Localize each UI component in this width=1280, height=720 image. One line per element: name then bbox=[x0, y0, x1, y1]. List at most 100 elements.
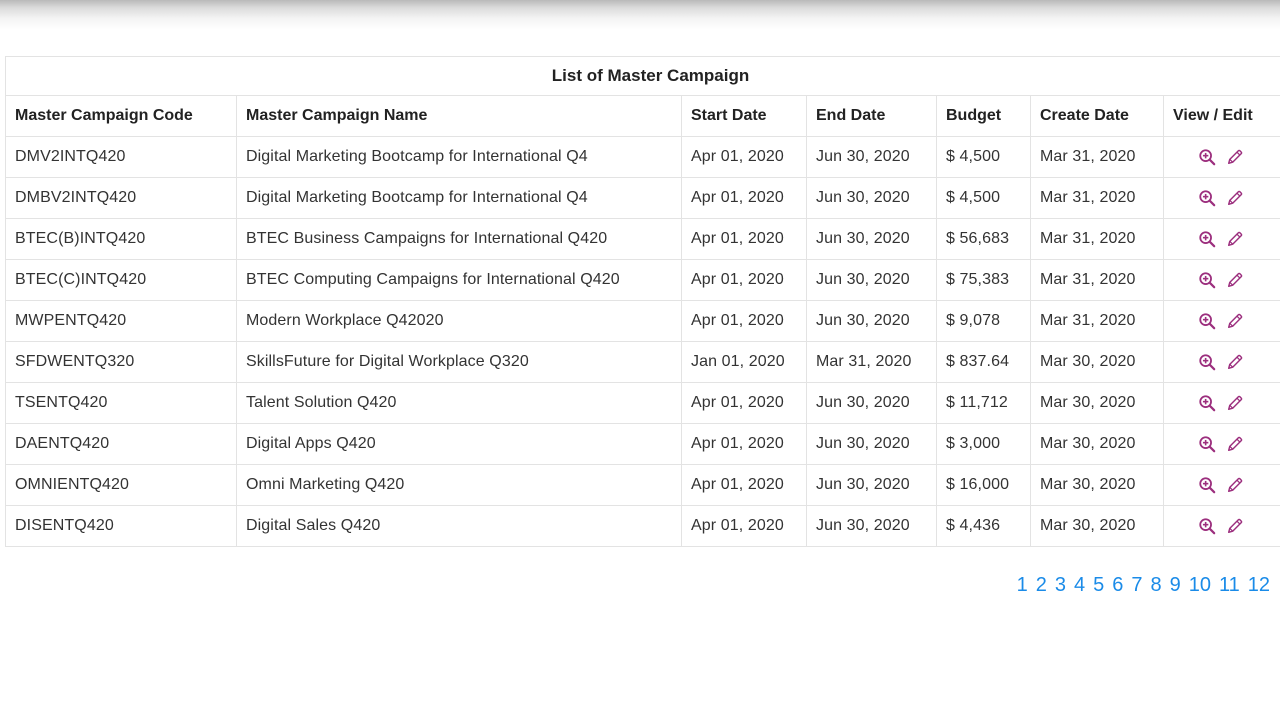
page-link-4[interactable]: 4 bbox=[1074, 574, 1085, 596]
cell-create-date: Mar 30, 2020 bbox=[1030, 505, 1164, 547]
cell-end-date: Jun 30, 2020 bbox=[806, 423, 937, 465]
pagination: 1 2 3 4 5 6 7 8 9 10 11 12 bbox=[1009, 574, 1270, 597]
pencil-icon[interactable] bbox=[1226, 271, 1244, 289]
zoom-in-icon[interactable] bbox=[1198, 476, 1216, 494]
pencil-icon[interactable] bbox=[1226, 435, 1244, 453]
cell-name: Digital Marketing Bootcamp for Internati… bbox=[236, 136, 682, 178]
zoom-in-icon[interactable] bbox=[1198, 230, 1216, 248]
cell-code: TSENTQ420 bbox=[5, 382, 237, 424]
header-code: Master Campaign Code bbox=[5, 95, 237, 137]
page-link-11[interactable]: 11 bbox=[1219, 574, 1240, 596]
cell-create-date: Mar 31, 2020 bbox=[1030, 136, 1164, 178]
cell-code: DMBV2INTQ420 bbox=[5, 177, 237, 219]
page-link-8[interactable]: 8 bbox=[1150, 574, 1161, 596]
page-link-6[interactable]: 6 bbox=[1112, 574, 1123, 596]
cell-budget: $ 75,383 bbox=[936, 259, 1031, 301]
pencil-icon[interactable] bbox=[1226, 230, 1244, 248]
pencil-icon[interactable] bbox=[1226, 189, 1244, 207]
page-link-2[interactable]: 2 bbox=[1036, 574, 1047, 596]
table-row: SFDWENTQ320 SkillsFuture for Digital Work… bbox=[5, 341, 1280, 383]
table-caption: List of Master Campaign bbox=[4, 56, 1280, 96]
cell-create-date: Mar 31, 2020 bbox=[1030, 177, 1164, 219]
header-name: Master Campaign Name bbox=[236, 95, 682, 137]
cell-name: BTEC Business Campaigns for Internationa… bbox=[236, 218, 682, 260]
cell-code: BTEC(B)INTQ420 bbox=[5, 218, 237, 260]
page-link-3[interactable]: 3 bbox=[1055, 574, 1066, 596]
cell-end-date: Jun 30, 2020 bbox=[806, 300, 937, 342]
cell-start-date: Apr 01, 2020 bbox=[681, 300, 807, 342]
table-row: TSENTQ420 Talent Solution Q420 Apr 01, 202… bbox=[5, 382, 1280, 424]
zoom-in-icon[interactable] bbox=[1198, 189, 1216, 207]
header-end-date: End Date bbox=[806, 95, 937, 137]
pencil-icon[interactable] bbox=[1226, 476, 1244, 494]
cell-budget: $ 9,078 bbox=[936, 300, 1031, 342]
cell-create-date: Mar 31, 2020 bbox=[1030, 259, 1164, 301]
cell-budget: $ 4,500 bbox=[936, 177, 1031, 219]
zoom-in-icon[interactable] bbox=[1198, 271, 1216, 289]
zoom-in-icon[interactable] bbox=[1198, 517, 1216, 535]
zoom-in-icon[interactable] bbox=[1198, 312, 1216, 330]
master-campaign-table: List of Master Campaign Master Campaign … bbox=[4, 56, 1280, 547]
page-link-12[interactable]: 12 bbox=[1248, 574, 1270, 596]
cell-actions bbox=[1162, 464, 1280, 506]
cell-code: DMV2INTQ420 bbox=[5, 136, 237, 178]
cell-start-date: Apr 01, 2020 bbox=[681, 177, 807, 219]
cell-start-date: Apr 01, 2020 bbox=[681, 136, 807, 178]
cell-end-date: Jun 30, 2020 bbox=[806, 136, 937, 178]
cell-code: SFDWENTQ320 bbox=[5, 341, 237, 383]
cell-start-date: Apr 01, 2020 bbox=[681, 464, 807, 506]
zoom-in-icon[interactable] bbox=[1198, 394, 1216, 412]
cell-actions bbox=[1162, 505, 1280, 547]
cell-name: Talent Solution Q420 bbox=[236, 382, 682, 424]
cell-actions bbox=[1162, 218, 1280, 260]
cell-start-date: Apr 01, 2020 bbox=[681, 423, 807, 465]
cell-start-date: Apr 01, 2020 bbox=[681, 218, 807, 260]
table-row: DISENTQ420 Digital Sales Q420 Apr 01, 2020… bbox=[5, 505, 1280, 547]
cell-create-date: Mar 31, 2020 bbox=[1030, 218, 1164, 260]
cell-start-date: Apr 01, 2020 bbox=[681, 382, 807, 424]
cell-start-date: Jan 01, 2020 bbox=[681, 341, 807, 383]
cell-budget: $ 4,500 bbox=[936, 136, 1031, 178]
zoom-in-icon[interactable] bbox=[1198, 148, 1216, 166]
campaign-table-container: List of Master Campaign Master Campaign … bbox=[4, 56, 1280, 547]
table-row: BTEC(B)INTQ420 BTEC Business Campaigns fo… bbox=[5, 218, 1280, 260]
table-row: OMNIENTQ420 Omni Marketing Q420 Apr 01, 20… bbox=[5, 464, 1280, 506]
cell-actions bbox=[1162, 259, 1280, 301]
table-header-row: Master Campaign Code Master Campaign Nam… bbox=[5, 95, 1280, 137]
cell-create-date: Mar 30, 2020 bbox=[1030, 423, 1164, 465]
cell-actions bbox=[1162, 382, 1280, 424]
cell-create-date: Mar 31, 2020 bbox=[1030, 300, 1164, 342]
pencil-icon[interactable] bbox=[1226, 148, 1244, 166]
cell-budget: $ 56,683 bbox=[936, 218, 1031, 260]
cell-end-date: Jun 30, 2020 bbox=[806, 464, 937, 506]
pencil-icon[interactable] bbox=[1226, 353, 1244, 371]
table-row: DMBV2INTQ420 Digital Marketing Bootcamp f… bbox=[5, 177, 1280, 219]
cell-end-date: Jun 30, 2020 bbox=[806, 382, 937, 424]
zoom-in-icon[interactable] bbox=[1198, 435, 1216, 453]
cell-end-date: Jun 30, 2020 bbox=[806, 177, 937, 219]
page-link-10[interactable]: 10 bbox=[1189, 574, 1211, 596]
cell-name: Digital Apps Q420 bbox=[236, 423, 682, 465]
cell-name: BTEC Computing Campaigns for Internation… bbox=[236, 259, 682, 301]
page-link-5[interactable]: 5 bbox=[1093, 574, 1104, 596]
cell-budget: $ 837.64 bbox=[936, 341, 1031, 383]
cell-end-date: Jun 30, 2020 bbox=[806, 218, 937, 260]
page-link-1[interactable]: 1 bbox=[1017, 574, 1028, 596]
pencil-icon[interactable] bbox=[1226, 312, 1244, 330]
cell-name: SkillsFuture for Digital Workplace Q320 bbox=[236, 341, 682, 383]
cell-actions bbox=[1162, 177, 1280, 219]
cell-end-date: Mar 31, 2020 bbox=[806, 341, 937, 383]
cell-code: MWPENTQ420 bbox=[5, 300, 237, 342]
page-link-9[interactable]: 9 bbox=[1170, 574, 1181, 596]
cell-actions bbox=[1162, 341, 1280, 383]
header-view-edit: View / Edit bbox=[1162, 95, 1280, 137]
pencil-icon[interactable] bbox=[1226, 517, 1244, 535]
cell-code: BTEC(C)INTQ420 bbox=[5, 259, 237, 301]
page-link-7[interactable]: 7 bbox=[1131, 574, 1142, 596]
table-row: DAENTQ420 Digital Apps Q420 Apr 01, 2020 Ju… bbox=[5, 423, 1280, 465]
zoom-in-icon[interactable] bbox=[1198, 353, 1216, 371]
cell-code: DAENTQ420 bbox=[5, 423, 237, 465]
pencil-icon[interactable] bbox=[1226, 394, 1244, 412]
cell-name: Modern Workplace Q42020 bbox=[236, 300, 682, 342]
cell-code: DISENTQ420 bbox=[5, 505, 237, 547]
